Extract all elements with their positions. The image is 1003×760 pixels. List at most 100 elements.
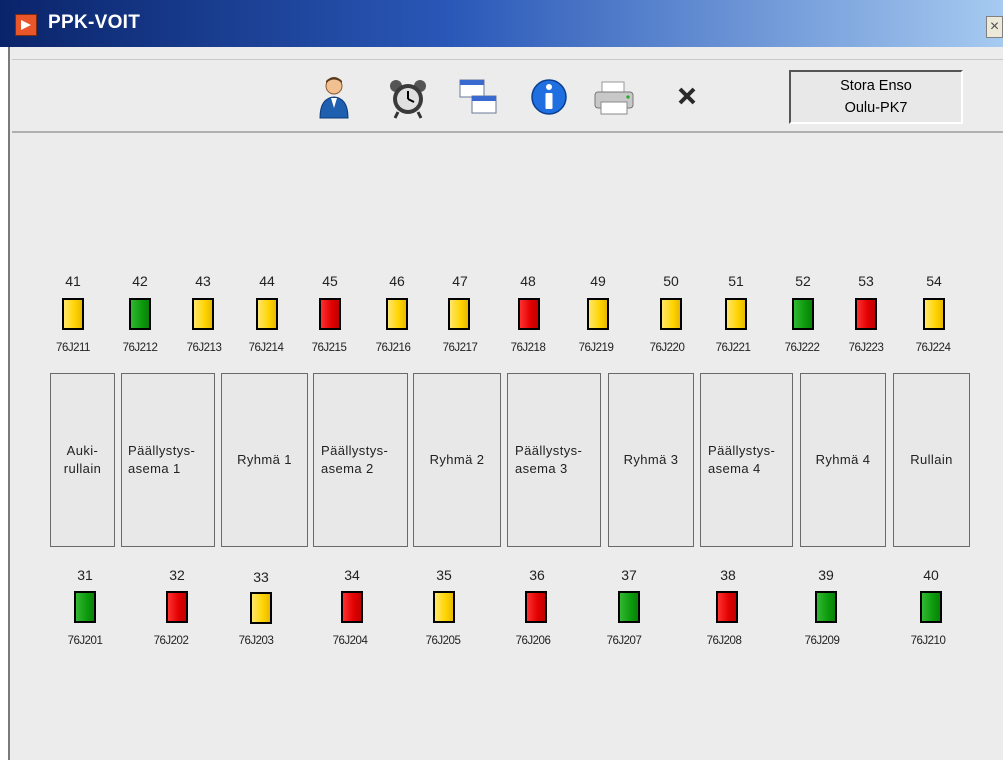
close-icon xyxy=(678,87,696,105)
section-group-4[interactable]: Ryhmä 4 xyxy=(800,373,886,547)
info-button[interactable] xyxy=(529,74,569,120)
section-label: Rullain xyxy=(910,452,953,467)
section-unwinder[interactable]: Auki- rullain xyxy=(50,373,115,547)
window-close-button[interactable]: × xyxy=(986,16,1003,38)
drive-number: 33 xyxy=(253,569,269,585)
drive-number: 46 xyxy=(389,273,405,289)
status-lamp[interactable] xyxy=(660,298,682,330)
drive-tag: 76J220 xyxy=(649,342,685,354)
drive-number: 53 xyxy=(858,273,874,289)
status-lamp[interactable] xyxy=(716,591,738,623)
status-lamp[interactable] xyxy=(618,591,640,623)
section-group-2[interactable]: Ryhmä 2 xyxy=(413,373,501,547)
drive-number: 36 xyxy=(529,567,545,583)
drive-tag: 76J204 xyxy=(332,635,368,647)
status-lamp[interactable] xyxy=(74,591,96,623)
drive-tag: 76J216 xyxy=(375,342,411,354)
status-lamp[interactable] xyxy=(725,298,747,330)
drive-tag: 76J213 xyxy=(186,342,222,354)
drive-tag: 76J214 xyxy=(248,342,284,354)
drive-tag: 76J221 xyxy=(715,342,751,354)
alarm-clock-icon xyxy=(390,80,426,119)
status-lamp[interactable] xyxy=(250,592,272,624)
drive-tag: 76J206 xyxy=(515,635,551,647)
status-lamp[interactable] xyxy=(587,298,609,330)
drive-number: 35 xyxy=(436,567,452,583)
drive-tag: 76J217 xyxy=(442,342,478,354)
section-label: Päällystys- asema 3 xyxy=(515,443,583,476)
drive-number: 44 xyxy=(259,273,275,289)
drive-number: 43 xyxy=(195,273,211,289)
print-button[interactable] xyxy=(592,74,634,120)
status-lamp[interactable] xyxy=(923,298,945,330)
status-lamp[interactable] xyxy=(448,298,470,330)
drive-tag: 76J212 xyxy=(122,342,158,354)
drive-tag: 76J215 xyxy=(311,342,347,354)
status-lamp[interactable] xyxy=(920,591,942,623)
section-label: Auki- rullain xyxy=(63,443,102,476)
drive-tag: 76J207 xyxy=(606,635,642,647)
window-title: PPK-VOIT xyxy=(48,12,141,33)
title-bar[interactable] xyxy=(0,0,1003,47)
section-coating-station-1[interactable]: Päällystys- asema 1 xyxy=(121,373,215,547)
section-label: Ryhmä 1 xyxy=(237,452,292,467)
site-name: Oulu-PK7 xyxy=(844,100,908,116)
drive-tag: 76J224 xyxy=(915,342,951,354)
drive-number: 31 xyxy=(77,567,93,583)
status-lamp[interactable] xyxy=(341,591,363,623)
drive-tag: 76J202 xyxy=(153,635,189,647)
drive-number: 52 xyxy=(795,273,811,289)
drive-tag: 76J205 xyxy=(425,635,461,647)
company-label: Stora Enso Oulu-PK7 xyxy=(789,70,963,124)
drive-tag: 76J222 xyxy=(784,342,820,354)
drive-number: 51 xyxy=(728,273,744,289)
status-lamp[interactable] xyxy=(192,298,214,330)
drive-tag: 76J210 xyxy=(910,635,946,647)
drive-number: 39 xyxy=(818,567,834,583)
section-label: Päällystys- asema 2 xyxy=(321,443,389,476)
section-coating-station-4[interactable]: Päällystys- asema 4 xyxy=(700,373,793,547)
drive-number: 37 xyxy=(621,567,637,583)
status-lamp[interactable] xyxy=(855,298,877,330)
status-lamp[interactable] xyxy=(62,298,84,330)
section-coating-station-3[interactable]: Päällystys- asema 3 xyxy=(507,373,601,547)
status-lamp[interactable] xyxy=(815,591,837,623)
left-border xyxy=(0,47,10,760)
status-lamp[interactable] xyxy=(518,298,540,330)
status-lamp[interactable] xyxy=(386,298,408,330)
close-button[interactable] xyxy=(670,74,710,120)
drive-number: 50 xyxy=(663,273,679,289)
drive-tag: 76J209 xyxy=(804,635,840,647)
status-lamp[interactable] xyxy=(166,591,188,623)
drive-tag: 76J218 xyxy=(510,342,546,354)
drive-tag: 76J208 xyxy=(706,635,742,647)
cascade-windows-icon xyxy=(459,79,497,114)
status-lamp[interactable] xyxy=(433,591,455,623)
drive-tag: 76J201 xyxy=(67,635,103,647)
windows-button[interactable] xyxy=(458,74,498,120)
section-group-1[interactable]: Ryhmä 1 xyxy=(221,373,308,547)
printer-icon xyxy=(594,81,634,115)
section-label: Ryhmä 4 xyxy=(815,452,871,467)
drive-number: 48 xyxy=(520,273,536,289)
section-label: Päällystys- asema 4 xyxy=(708,443,776,476)
drive-number: 42 xyxy=(132,273,148,289)
status-lamp[interactable] xyxy=(525,591,547,623)
drive-number: 40 xyxy=(923,567,939,583)
status-lamp[interactable] xyxy=(256,298,278,330)
section-coating-station-2[interactable]: Päällystys- asema 2 xyxy=(313,373,408,547)
section-winder[interactable]: Rullain xyxy=(893,373,970,547)
section-group-3[interactable]: Ryhmä 3 xyxy=(608,373,694,547)
status-lamp[interactable] xyxy=(319,298,341,330)
info-icon xyxy=(531,79,567,115)
drive-number: 32 xyxy=(169,567,185,583)
status-lamp[interactable] xyxy=(792,298,814,330)
drive-number: 41 xyxy=(65,273,81,289)
drive-number: 49 xyxy=(590,273,606,289)
status-lamp[interactable] xyxy=(129,298,151,330)
drive-tag: 76J203 xyxy=(238,635,274,647)
drive-number: 47 xyxy=(452,273,468,289)
user-button[interactable] xyxy=(314,74,354,120)
alarm-button[interactable] xyxy=(388,74,428,120)
drive-number: 45 xyxy=(322,273,338,289)
